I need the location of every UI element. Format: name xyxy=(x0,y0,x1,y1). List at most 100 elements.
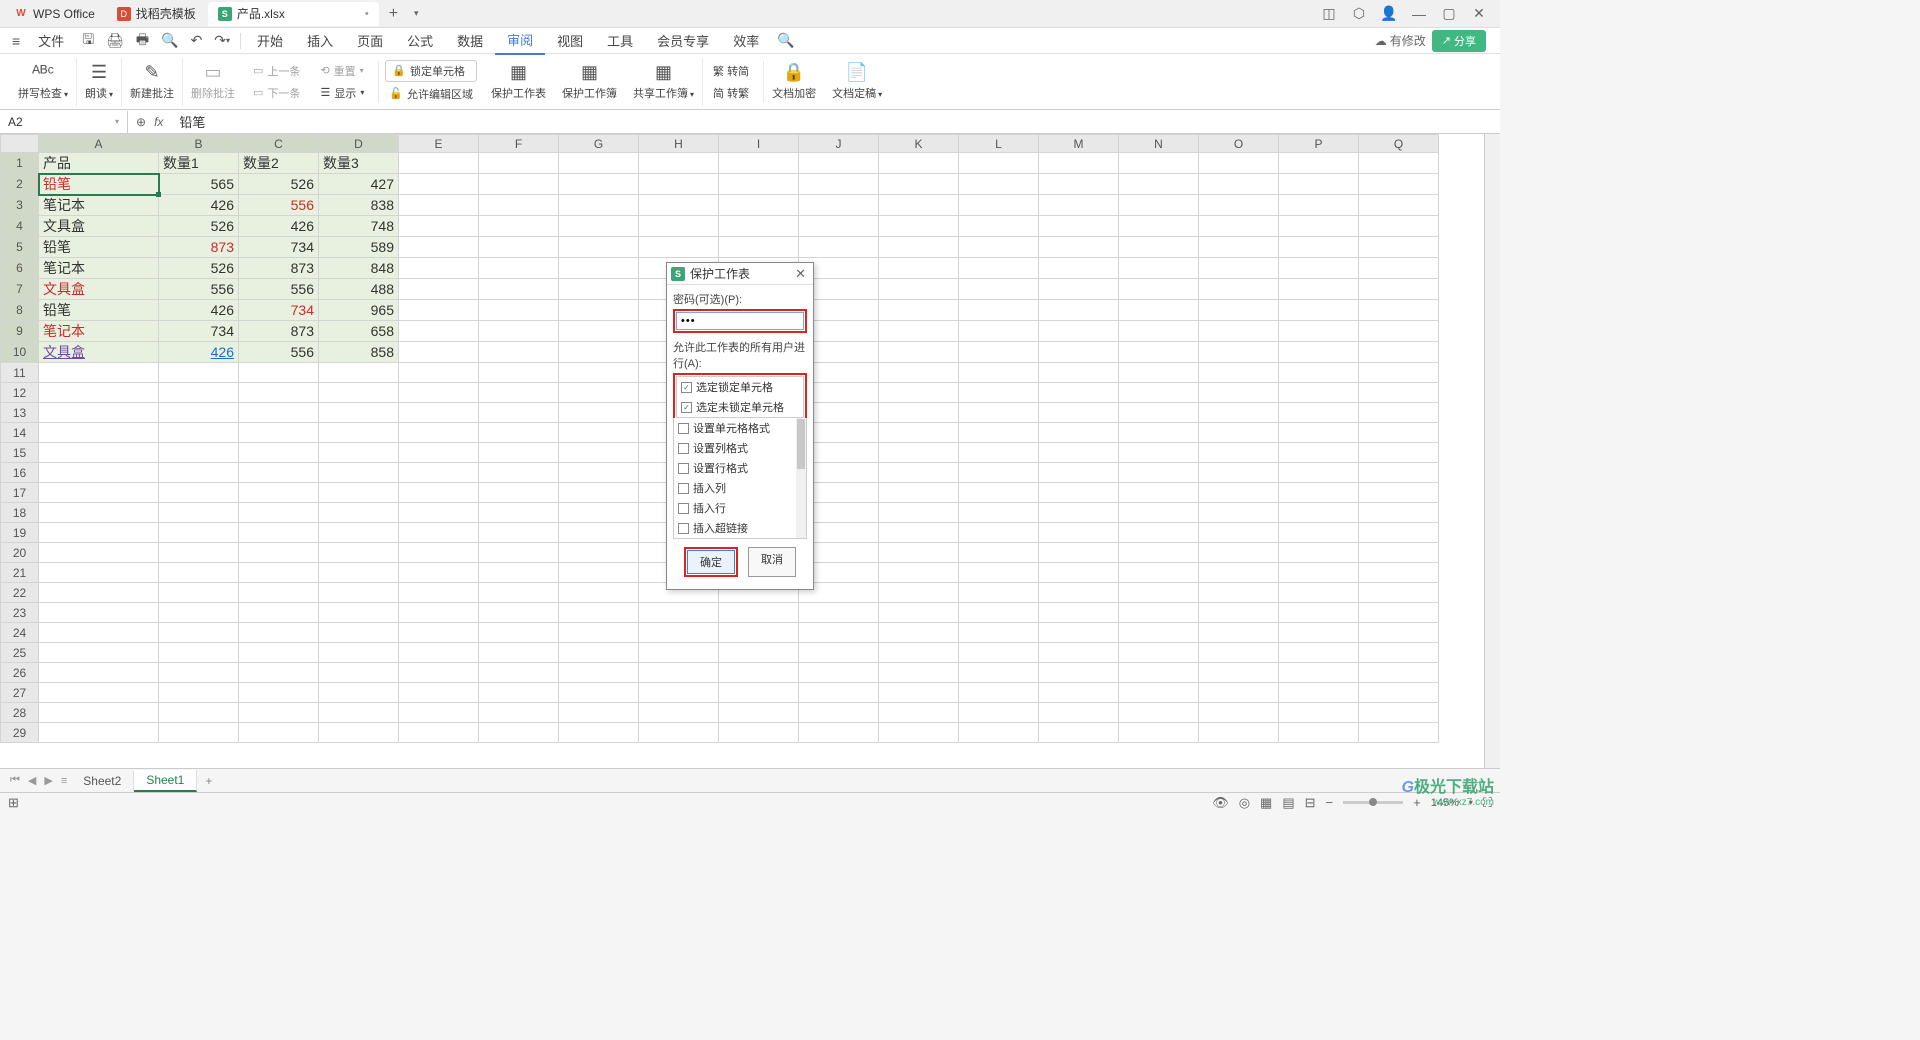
cell[interactable] xyxy=(799,663,879,683)
permissions-list-rest[interactable]: 设置单元格格式设置列格式设置行格式插入列插入行插入超链接 xyxy=(673,418,807,539)
cell[interactable] xyxy=(1119,363,1199,383)
col-head-P[interactable]: P xyxy=(1279,135,1359,153)
view-break-icon[interactable]: ⊟ xyxy=(1305,795,1316,811)
cell[interactable] xyxy=(399,563,479,583)
menu-tab-formula[interactable]: 公式 xyxy=(395,27,445,54)
cube-icon[interactable]: ⬡ xyxy=(1350,5,1368,23)
cell[interactable] xyxy=(1359,279,1439,300)
cell[interactable] xyxy=(799,174,879,195)
cell[interactable] xyxy=(479,523,559,543)
status-icon[interactable]: ⊞ xyxy=(8,795,19,811)
zoom-out-button[interactable]: − xyxy=(1326,795,1334,810)
cell[interactable]: 848 xyxy=(319,258,399,279)
cell[interactable] xyxy=(39,563,159,583)
cell[interactable] xyxy=(959,443,1039,463)
cell[interactable] xyxy=(1279,300,1359,321)
cell[interactable] xyxy=(879,279,959,300)
cell[interactable] xyxy=(39,623,159,643)
cell[interactable] xyxy=(319,443,399,463)
cell[interactable]: 748 xyxy=(319,216,399,237)
cell[interactable] xyxy=(1359,321,1439,342)
cell[interactable] xyxy=(1359,300,1439,321)
cell[interactable] xyxy=(1279,563,1359,583)
cell[interactable] xyxy=(159,563,239,583)
cell[interactable] xyxy=(559,483,639,503)
cell[interactable] xyxy=(479,603,559,623)
cell[interactable] xyxy=(1199,237,1279,258)
cell[interactable] xyxy=(1359,623,1439,643)
cell[interactable] xyxy=(399,403,479,423)
cell[interactable] xyxy=(1279,174,1359,195)
redo-icon[interactable]: ↷▾ xyxy=(208,32,236,49)
cell[interactable] xyxy=(879,321,959,342)
cell[interactable] xyxy=(159,683,239,703)
cell[interactable] xyxy=(959,237,1039,258)
col-head-D[interactable]: D xyxy=(319,135,399,153)
col-head-K[interactable]: K xyxy=(879,135,959,153)
cell[interactable] xyxy=(1039,342,1119,363)
cell[interactable] xyxy=(1039,403,1119,423)
cell[interactable] xyxy=(1199,216,1279,237)
cell[interactable] xyxy=(39,443,159,463)
cell[interactable] xyxy=(1039,174,1119,195)
cell[interactable] xyxy=(319,523,399,543)
cell[interactable] xyxy=(479,503,559,523)
avatar-icon[interactable]: 👤 xyxy=(1380,5,1398,23)
cell[interactable] xyxy=(639,643,719,663)
cell[interactable] xyxy=(159,543,239,563)
cell[interactable] xyxy=(1279,643,1359,663)
cell[interactable] xyxy=(1199,643,1279,663)
cell[interactable] xyxy=(39,663,159,683)
cell[interactable] xyxy=(1279,463,1359,483)
row-head-24[interactable]: 24 xyxy=(1,623,39,643)
cell[interactable] xyxy=(559,643,639,663)
cell[interactable] xyxy=(1119,603,1199,623)
cell[interactable] xyxy=(639,703,719,723)
cell[interactable] xyxy=(319,503,399,523)
cell[interactable]: 858 xyxy=(319,342,399,363)
cell[interactable] xyxy=(1359,683,1439,703)
cell[interactable] xyxy=(1119,643,1199,663)
cell[interactable] xyxy=(399,463,479,483)
read-aloud-button[interactable]: ☰ 朗读▾ xyxy=(77,58,122,106)
permission-item[interactable]: 设置行格式 xyxy=(674,458,806,478)
cell[interactable] xyxy=(879,523,959,543)
cell[interactable] xyxy=(639,174,719,195)
cell[interactable] xyxy=(1119,321,1199,342)
menu-tab-view[interactable]: 视图 xyxy=(545,27,595,54)
share-book-button[interactable]: ▦ 共享工作簿▾ xyxy=(625,58,703,106)
cell[interactable] xyxy=(1279,216,1359,237)
cell[interactable] xyxy=(479,383,559,403)
cell[interactable] xyxy=(239,503,319,523)
tab-wps-office[interactable]: W WPS Office xyxy=(4,2,105,26)
cell[interactable] xyxy=(639,623,719,643)
cell[interactable] xyxy=(559,563,639,583)
cell[interactable] xyxy=(479,703,559,723)
tab-dropdown[interactable]: ▾ xyxy=(406,8,427,19)
cell[interactable] xyxy=(559,703,639,723)
cell[interactable]: 556 xyxy=(239,279,319,300)
cell[interactable] xyxy=(879,723,959,743)
row-head-25[interactable]: 25 xyxy=(1,643,39,663)
row-head-29[interactable]: 29 xyxy=(1,723,39,743)
cell[interactable] xyxy=(39,523,159,543)
row-head-1[interactable]: 1 xyxy=(1,153,39,174)
permission-item[interactable]: 插入超链接 xyxy=(674,518,806,538)
cell[interactable] xyxy=(1039,463,1119,483)
cell[interactable] xyxy=(1279,279,1359,300)
reset-button[interactable]: ⟲ 重置▾ xyxy=(316,61,368,81)
cell[interactable] xyxy=(1199,463,1279,483)
menu-tab-tools[interactable]: 工具 xyxy=(595,27,645,54)
cell[interactable]: 734 xyxy=(239,300,319,321)
cell[interactable] xyxy=(959,195,1039,216)
col-head-I[interactable]: I xyxy=(719,135,799,153)
cell[interactable] xyxy=(879,563,959,583)
formula-input[interactable]: 铅笔 xyxy=(171,112,1500,131)
cell[interactable] xyxy=(559,153,639,174)
cell[interactable] xyxy=(239,523,319,543)
cell[interactable]: 文具盒 xyxy=(39,216,159,237)
cell[interactable] xyxy=(479,583,559,603)
row-head-2[interactable]: 2 xyxy=(1,174,39,195)
cell[interactable] xyxy=(1199,563,1279,583)
cell[interactable] xyxy=(1359,363,1439,383)
